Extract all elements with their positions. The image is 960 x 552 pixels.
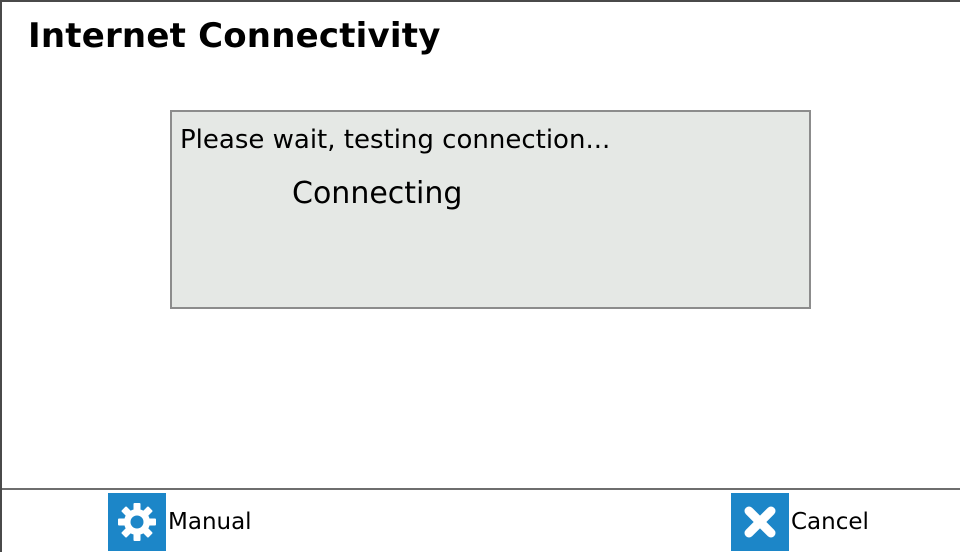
manual-button-label: Manual xyxy=(168,509,252,535)
gear-icon xyxy=(108,493,166,551)
status-panel: Please wait, testing connection... Conne… xyxy=(170,110,811,309)
status-message: Please wait, testing connection... xyxy=(180,125,611,155)
manual-button[interactable]: Manual xyxy=(108,493,252,551)
connectivity-screen: Internet Connectivity Please wait, testi… xyxy=(0,0,960,552)
close-icon xyxy=(731,493,789,551)
footer-divider xyxy=(2,488,960,490)
cancel-button-label: Cancel xyxy=(791,509,869,535)
page-title: Internet Connectivity xyxy=(28,16,441,56)
connection-state: Connecting xyxy=(292,176,463,211)
cancel-button[interactable]: Cancel xyxy=(731,493,869,551)
